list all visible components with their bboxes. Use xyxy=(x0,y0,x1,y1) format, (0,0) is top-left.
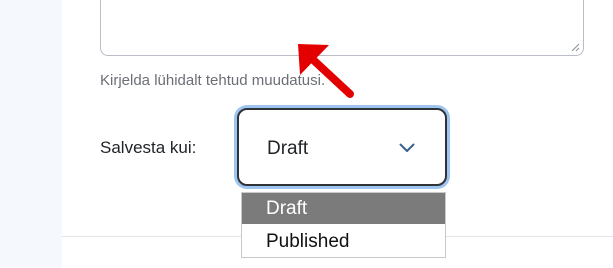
chevron-down-icon xyxy=(399,143,415,152)
left-sidebar-strip xyxy=(0,0,62,268)
save-as-label: Salvesta kui: xyxy=(100,138,197,157)
status-select-value: Draft xyxy=(267,138,309,159)
status-dropdown-list: Draft Published xyxy=(241,192,446,258)
red-arrow-annotation xyxy=(298,44,354,98)
status-option-draft[interactable]: Draft xyxy=(242,193,445,224)
status-select[interactable]: Draft xyxy=(237,108,447,186)
status-option-published[interactable]: Published xyxy=(242,226,445,257)
resize-handle-icon[interactable] xyxy=(571,43,580,52)
